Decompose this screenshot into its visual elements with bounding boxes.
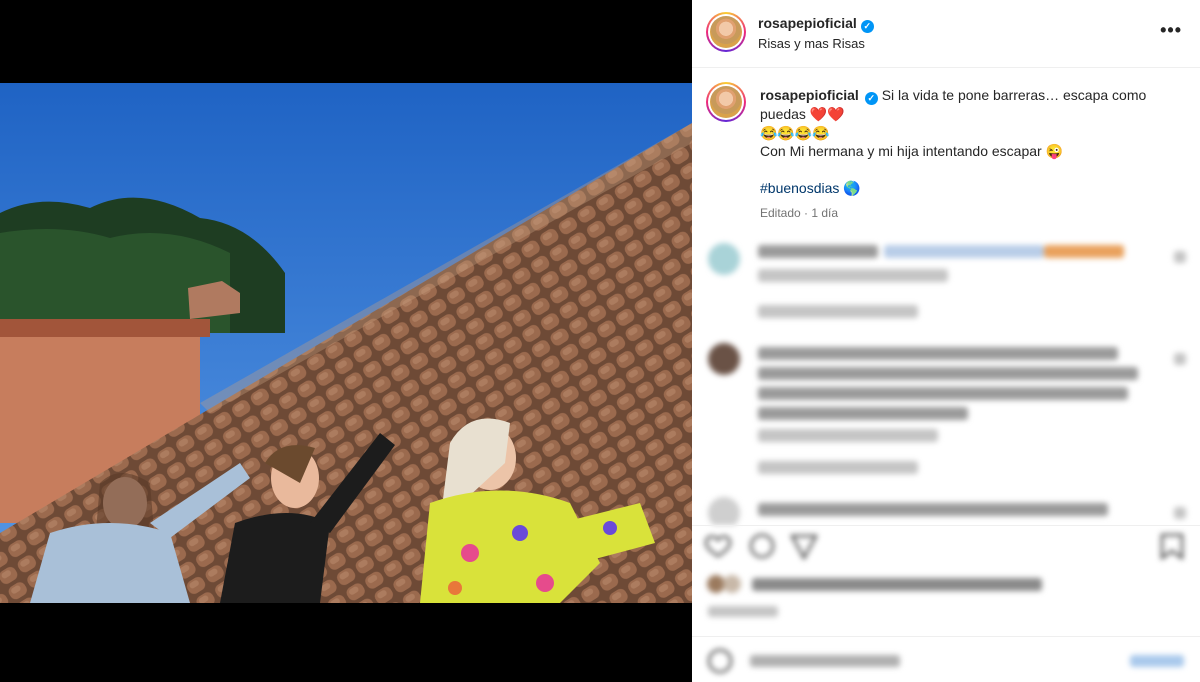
roof-scene-image xyxy=(0,83,692,603)
heart-icon xyxy=(1174,251,1186,263)
verified-badge-icon: ✓ xyxy=(864,92,878,105)
author-username-row[interactable]: rosapepioficial ✓ xyxy=(758,15,874,33)
actions-graphic xyxy=(704,534,1183,617)
post-location[interactable]: Risas y mas Risas xyxy=(758,36,865,51)
avatar xyxy=(708,497,740,525)
bookmark-icon xyxy=(1161,534,1183,560)
comment-bar-graphic xyxy=(708,649,1184,673)
caption-hashtag[interactable]: #buenosdias 🌎 xyxy=(760,179,1172,198)
caption-line-2: 😂😂😂😂 xyxy=(760,124,830,141)
post-media xyxy=(0,0,692,682)
caption: rosapepioficial ✓ Si la vida te pone barr… xyxy=(760,86,1172,222)
author-username[interactable]: rosapepioficial xyxy=(758,15,857,31)
heart-icon xyxy=(1174,353,1186,365)
comments-list xyxy=(692,235,1200,525)
author-avatar[interactable] xyxy=(706,12,746,52)
heart-icon xyxy=(704,535,732,558)
post-actions xyxy=(692,525,1200,635)
verified-badge-icon: ✓ xyxy=(860,20,874,33)
avatar xyxy=(708,243,740,275)
post-header: rosapepioficial ✓ Risas y mas Risas ••• xyxy=(692,0,1200,68)
add-comment-bar[interactable] xyxy=(692,636,1200,682)
more-options-icon[interactable]: ••• xyxy=(1160,20,1182,41)
avatar xyxy=(708,343,740,375)
post-side-panel: rosapepioficial ✓ Risas y mas Risas ••• r… xyxy=(692,0,1200,682)
caption-username[interactable]: rosapepioficial xyxy=(760,87,859,103)
share-icon xyxy=(790,535,818,561)
emoji-icon xyxy=(708,649,732,673)
post-photo[interactable] xyxy=(0,83,692,603)
caption-avatar[interactable] xyxy=(706,82,746,122)
heart-icon xyxy=(1174,507,1186,519)
caption-line-3: Con Mi hermana y mi hija intentando esca… xyxy=(760,143,1064,159)
comment-icon xyxy=(750,534,774,558)
caption-meta: Editado · 1 día xyxy=(760,205,839,220)
